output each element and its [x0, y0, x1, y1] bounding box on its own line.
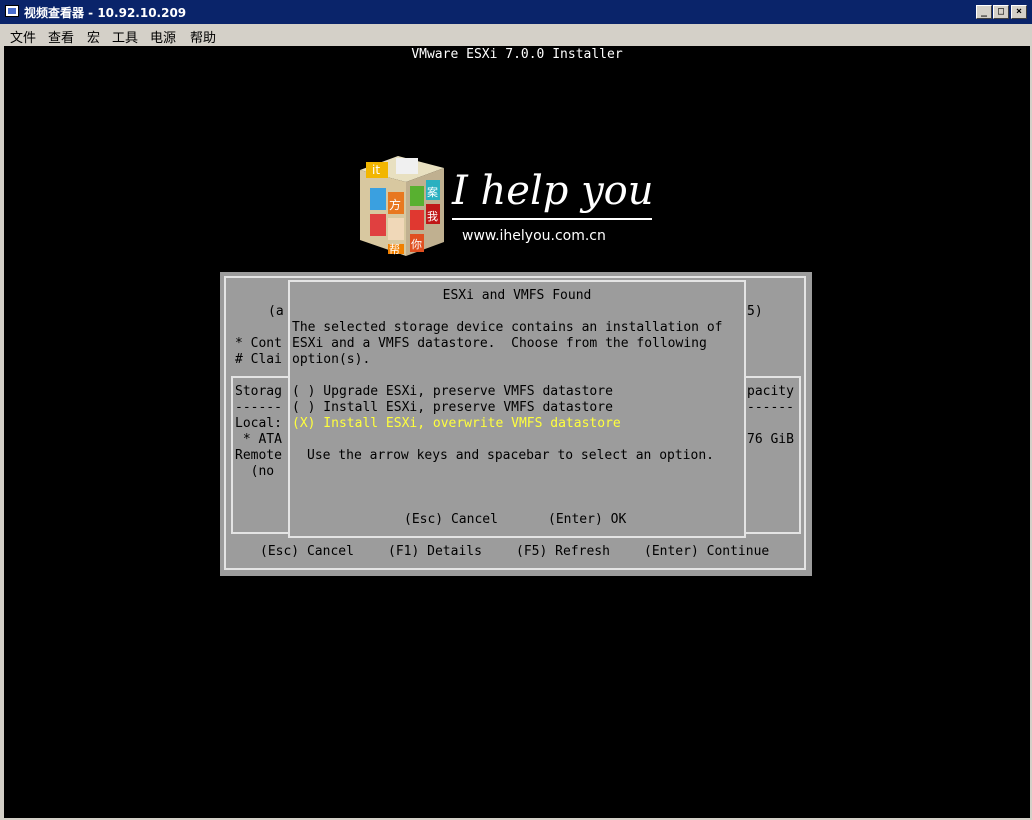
cube-label-ni: 你 [411, 238, 422, 251]
remote-none-label: (no [235, 464, 275, 479]
close-button[interactable]: × [1011, 5, 1027, 19]
window-titlebar: 视频查看器 - 10.92.10.209 _ □ × [0, 0, 1032, 24]
option-install-overwrite[interactable]: (X) Install ESXi, overwrite VMFS datasto… [292, 416, 621, 432]
cube-label-bang: 帮 [389, 243, 400, 256]
menu-help[interactable]: 帮助 [190, 27, 216, 46]
dialog-cancel-button[interactable]: (Esc) Cancel [404, 512, 498, 528]
cube-label-an: 案 [427, 185, 438, 199]
local-group-label: Local: [235, 416, 282, 431]
panel-text-5: 5) [747, 304, 763, 319]
dialog-hint: Use the arrow keys and spacebar to selec… [307, 448, 714, 463]
viewer-app-icon[interactable] [5, 5, 19, 17]
panel-text-clai: # Clai [235, 352, 282, 367]
dialog-ok-button[interactable]: (Enter) OK [548, 512, 626, 528]
dialog-message-line-3: option(s). [292, 352, 371, 367]
storage-column-header: Storag [235, 384, 282, 399]
remote-group-label: Remote [235, 448, 282, 463]
cube-label-wo: 我 [427, 210, 438, 223]
menu-macro[interactable]: 宏 [87, 27, 100, 46]
menu-power[interactable]: 电源 [150, 27, 176, 46]
storage-divider-right: ------ [747, 400, 794, 415]
panel-text-a: (a [268, 304, 284, 319]
minimize-button[interactable]: _ [976, 5, 992, 19]
dialog-message-line-1: The selected storage device contains an … [292, 320, 723, 335]
ata-disk-row[interactable]: * ATA [235, 432, 282, 448]
cube-label-it: it [372, 163, 380, 177]
dialog-title: ESXi and VMFS Found [442, 288, 592, 303]
maximize-button[interactable]: □ [993, 5, 1009, 19]
logo-url: www.ihelyou.com.cn [462, 228, 606, 244]
footer-details[interactable]: (F1) Details [388, 544, 482, 560]
menu-tools[interactable]: 工具 [112, 27, 138, 46]
menu-bar: 文件 查看 宏 工具 电源 帮助 [0, 24, 1032, 46]
remote-console-screen[interactable]: VMware ESXi 7.0.0 Installer it 方 案 我 帮 你… [4, 46, 1030, 818]
footer-continue[interactable]: (Enter) Continue [644, 544, 769, 560]
logo-tagline: I help you [452, 168, 654, 214]
capacity-column-header: pacity [747, 384, 794, 399]
dialog-message-line-2: ESXi and a VMFS datastore. Choose from t… [292, 336, 707, 351]
menu-file[interactable]: 文件 [10, 27, 36, 46]
footer-cancel[interactable]: (Esc) Cancel [260, 544, 354, 560]
installer-header: VMware ESXi 7.0.0 Installer [411, 47, 623, 62]
option-install-preserve[interactable]: ( ) Install ESXi, preserve VMFS datastor… [292, 400, 613, 416]
menu-view[interactable]: 查看 [48, 27, 74, 46]
storage-divider-left: ------ [235, 400, 282, 415]
cube-label-fang: 方 [389, 197, 401, 212]
window-title: 视频查看器 - 10.92.10.209 [24, 6, 187, 20]
panel-text-cont: * Cont [235, 336, 282, 351]
footer-refresh[interactable]: (F5) Refresh [516, 544, 610, 560]
logo-underline [452, 218, 652, 220]
ata-disk-capacity: 76 GiB [747, 432, 794, 447]
option-upgrade-preserve[interactable]: ( ) Upgrade ESXi, preserve VMFS datastor… [292, 384, 613, 400]
